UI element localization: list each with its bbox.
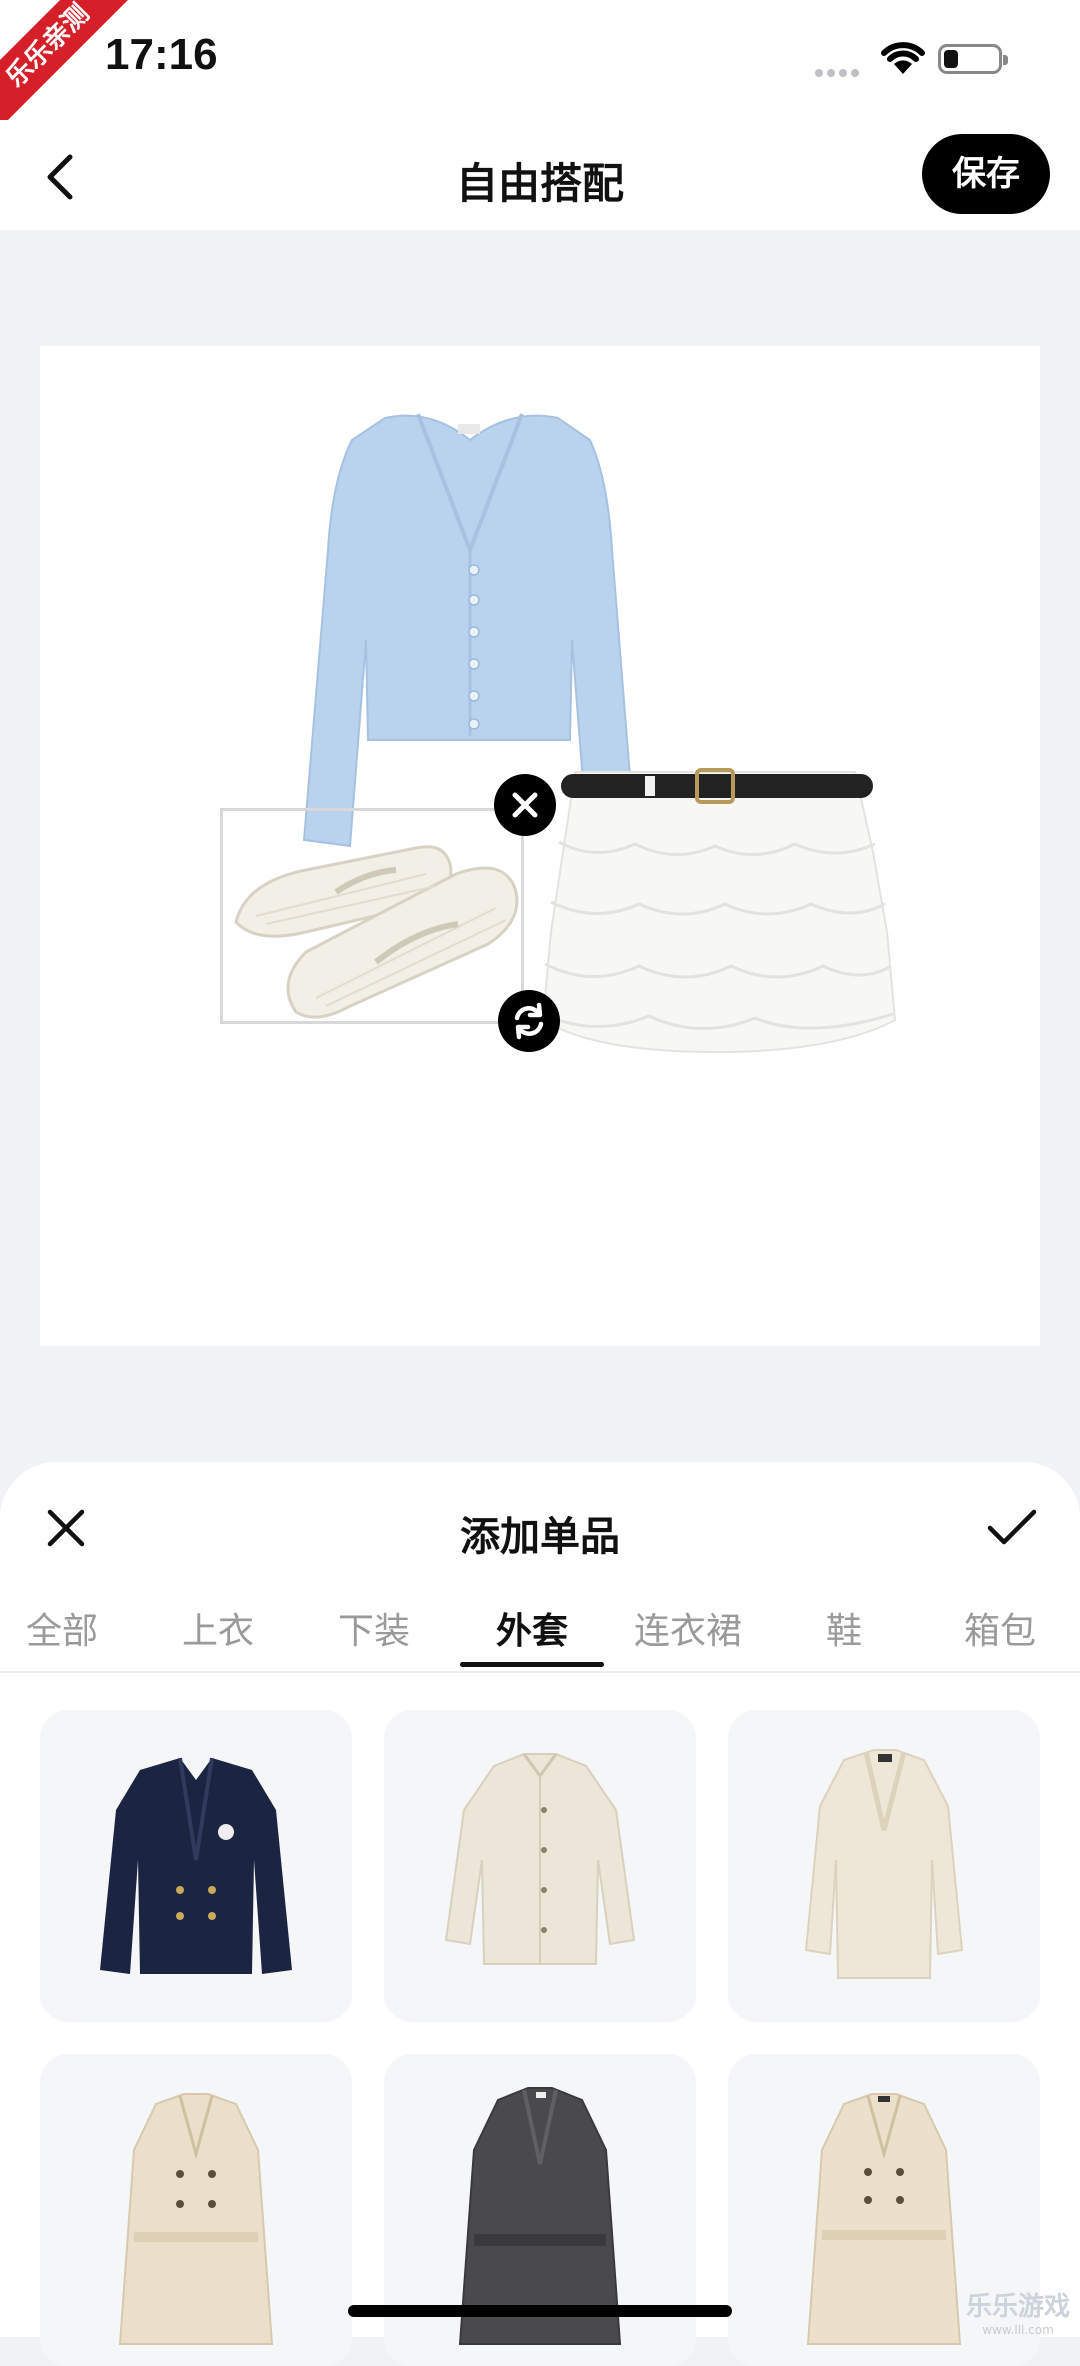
canvas-item-skirt[interactable] [535, 752, 905, 1072]
wifi-icon [881, 42, 925, 74]
tab-outerwear[interactable]: 外套 [462, 1602, 602, 1654]
sheet-title: 添加单品 [460, 1514, 620, 1560]
product-card[interactable] [384, 2054, 696, 2366]
product-card[interactable] [40, 1710, 352, 2022]
tab-bottoms[interactable]: 下装 [304, 1602, 444, 1654]
add-item-sheet: 添加单品 全部 上衣 下装 外套 连衣裙 鞋 箱包 [0, 1462, 1080, 2366]
divider [0, 1671, 1080, 1673]
watermark-logo: 乐乐游戏 www.lll.com [966, 2292, 1071, 2337]
cream-jacket-image [444, 1753, 636, 1965]
remove-item-button[interactable] [494, 774, 556, 836]
confirm-check-icon[interactable] [986, 1506, 1038, 1550]
close-icon [512, 792, 538, 818]
tab-shoes[interactable]: 鞋 [774, 1602, 914, 1654]
page-title: 自由搭配 [455, 159, 624, 208]
active-tab-indicator [460, 1662, 604, 1667]
navy-blazer-image [100, 1757, 292, 1974]
product-card[interactable] [728, 1710, 1040, 2022]
signal-icon [815, 62, 863, 81]
product-card[interactable] [384, 1710, 696, 2022]
product-card[interactable] [40, 2054, 352, 2366]
battery-icon [938, 44, 1008, 74]
tab-dresses[interactable]: 连衣裙 [618, 1602, 758, 1654]
nav-bar: 自由搭配 保存 [0, 120, 1080, 230]
category-tabs: 全部 上衣 下装 外套 连衣裙 鞋 箱包 [0, 1602, 1080, 1682]
teddy-coat-image [804, 1749, 964, 1979]
canvas-item-shoes[interactable] [226, 812, 522, 1022]
save-button[interactable]: 保存 [922, 134, 1050, 214]
tab-all[interactable]: 全部 [0, 1602, 132, 1654]
status-bar: 乐乐亲测 17:16 [0, 0, 1080, 127]
home-indicator [348, 2305, 732, 2317]
grey-coat-image [458, 2087, 622, 2345]
tab-bags[interactable]: 箱包 [930, 1602, 1070, 1654]
rotate-icon [514, 1002, 544, 1040]
status-time: 17:16 [105, 30, 218, 79]
tab-tops[interactable]: 上衣 [148, 1602, 288, 1654]
rotate-item-button[interactable] [498, 990, 560, 1052]
trench-coat-image [118, 2093, 274, 2345]
